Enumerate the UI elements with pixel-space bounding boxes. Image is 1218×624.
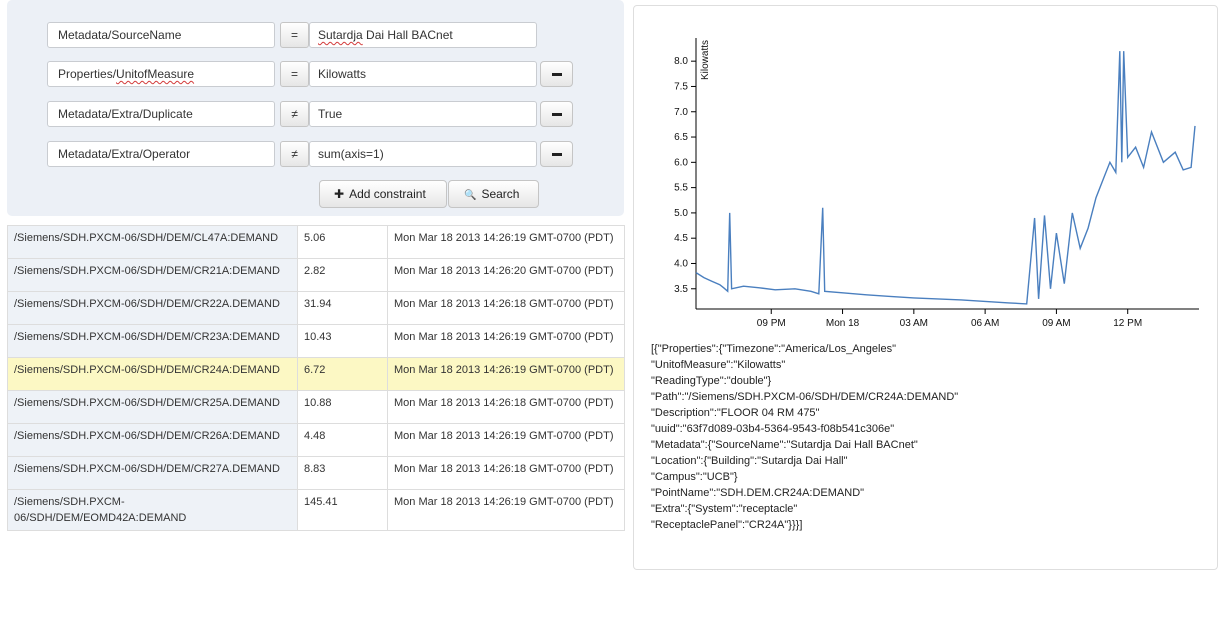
- timestamp-cell: Mon Mar 18 2013 14:26:19 GMT-0700 (PDT): [387, 324, 625, 358]
- json-line: "PointName":"SDH.DEM.CR24A:DEMAND": [651, 487, 865, 499]
- reading-value-cell: 8.83: [297, 456, 388, 490]
- reading-value-cell: 5.06: [297, 225, 388, 259]
- x-tick-label: 09 AM: [1042, 318, 1070, 329]
- stream-path-cell: /Siemens/SDH.PXCM-06/SDH/DEM/CR27A.DEMAN…: [7, 456, 298, 490]
- table-row[interactable]: /Siemens/SDH.PXCM-06/SDH/DEM/CR25A.DEMAN…: [7, 390, 625, 424]
- json-line: "Extra":{"System":"receptacle": [651, 503, 798, 515]
- constraint-value-text: Sutardja Dai Hall BACnet: [318, 28, 453, 42]
- constraint-value-input[interactable]: True: [309, 101, 537, 127]
- reading-value-cell: 6.72: [297, 357, 388, 391]
- stream-path-cell: /Siemens/SDH.PXCM-06/SDH/DEM/CR23A:DEMAN…: [7, 324, 298, 358]
- add-constraint-button[interactable]: ✚ Add constraint: [319, 180, 447, 208]
- timestamp-cell: Mon Mar 18 2013 14:26:19 GMT-0700 (PDT): [387, 357, 625, 391]
- remove-constraint-button[interactable]: [540, 101, 573, 127]
- table-row[interactable]: /Siemens/SDH.PXCM-06/SDH/DEM/CL47A:DEMAN…: [7, 225, 625, 259]
- json-line: "UnitofMeasure":"Kilowatts": [651, 359, 786, 371]
- y-tick-label: 5.5: [674, 183, 688, 194]
- reading-value-cell: 4.48: [297, 423, 388, 457]
- y-tick-label: 4.0: [674, 258, 688, 269]
- y-tick-label: 6.0: [674, 157, 688, 168]
- x-tick-label: 06 AM: [971, 318, 999, 329]
- minus-icon: [552, 73, 562, 76]
- add-constraint-label: Add constraint: [349, 187, 426, 201]
- table-row[interactable]: /Siemens/SDH.PXCM-06/SDH/DEM/CR22A.DEMAN…: [7, 291, 625, 325]
- query-builder-panel: Metadata/SourceName = Sutardja Dai Hall …: [7, 0, 624, 216]
- json-line: "Campus":"UCB"}: [651, 471, 738, 483]
- plus-icon: ✚: [334, 187, 345, 201]
- timestamp-cell: Mon Mar 18 2013 14:26:20 GMT-0700 (PDT): [387, 258, 625, 292]
- constraint-value-input[interactable]: Kilowatts: [309, 61, 537, 87]
- timestamp-cell: Mon Mar 18 2013 14:26:19 GMT-0700 (PDT): [387, 489, 625, 531]
- reading-value-cell: 10.88: [297, 390, 388, 424]
- constraint-field-input[interactable]: Metadata/Extra/Duplicate: [47, 101, 275, 127]
- json-line: [{"Properties":{"Timezone":"America/Los_…: [651, 343, 896, 355]
- reading-value-cell: 145.41: [297, 489, 388, 531]
- x-tick-label: Mon 18: [826, 318, 860, 329]
- constraint-field-input[interactable]: Properties/UnitofMeasure: [47, 61, 275, 87]
- y-tick-label: 5.0: [674, 208, 688, 219]
- search-label: Search: [481, 187, 520, 201]
- timestamp-cell: Mon Mar 18 2013 14:26:18 GMT-0700 (PDT): [387, 390, 625, 424]
- table-row[interactable]: /Siemens/SDH.PXCM-06/SDH/DEM/EOMD42A:DEM…: [7, 489, 625, 531]
- x-tick-label: 09 PM: [757, 318, 786, 329]
- constraint-field-input[interactable]: Metadata/Extra/Operator: [47, 141, 275, 167]
- results-table: /Siemens/SDH.PXCM-06/SDH/DEM/CL47A:DEMAN…: [7, 225, 625, 531]
- constraint-operator-button[interactable]: ≠: [280, 141, 309, 167]
- reading-value-cell: 2.82: [297, 258, 388, 292]
- remove-constraint-button[interactable]: [540, 61, 573, 87]
- stream-path-cell: /Siemens/SDH.PXCM-06/SDH/DEM/EOMD42A:DEM…: [7, 489, 298, 531]
- y-tick-label: 4.5: [674, 233, 688, 244]
- y-axis-label: Kilowatts: [700, 40, 711, 80]
- stream-path-cell: /Siemens/SDH.PXCM-06/SDH/DEM/CR22A.DEMAN…: [7, 291, 298, 325]
- constraint-operator-button[interactable]: =: [280, 22, 309, 48]
- y-tick-label: 3.5: [674, 284, 688, 295]
- constraint-field-input[interactable]: Metadata/SourceName: [47, 22, 275, 48]
- constraint-value-input[interactable]: sum(axis=1): [309, 141, 537, 167]
- y-tick-label: 8.0: [674, 56, 688, 67]
- json-line: "Path":"/Siemens/SDH.PXCM-06/SDH/DEM/CR2…: [651, 391, 959, 403]
- json-line: "Description":"FLOOR 04 RM 475": [651, 407, 820, 419]
- minus-icon: [552, 113, 562, 116]
- reading-value-cell: 10.43: [297, 324, 388, 358]
- x-tick-label: 03 AM: [900, 318, 928, 329]
- y-tick-label: 6.5: [674, 132, 688, 143]
- series-line: [695, 51, 1196, 305]
- reading-value-cell: 31.94: [297, 291, 388, 325]
- stream-path-cell: /Siemens/SDH.PXCM-06/SDH/DEM/CR26A:DEMAN…: [7, 423, 298, 457]
- table-row[interactable]: /Siemens/SDH.PXCM-06/SDH/DEM/CR24A:DEMAN…: [7, 357, 625, 391]
- json-line: "ReceptaclePanel":"CR24A"}}}]: [651, 519, 803, 531]
- y-tick-label: 7.0: [674, 107, 688, 118]
- table-row[interactable]: /Siemens/SDH.PXCM-06/SDH/DEM/CR27A.DEMAN…: [7, 456, 625, 490]
- stream-path-cell: /Siemens/SDH.PXCM-06/SDH/DEM/CR21A:DEMAN…: [7, 258, 298, 292]
- constraint-operator-button[interactable]: =: [280, 61, 309, 87]
- search-button[interactable]: 🔍 Search: [448, 180, 539, 208]
- y-tick-label: 7.5: [674, 81, 688, 92]
- stream-path-cell: /Siemens/SDH.PXCM-06/SDH/DEM/CL47A:DEMAN…: [7, 225, 298, 259]
- remove-constraint-button[interactable]: [540, 141, 573, 167]
- timestamp-cell: Mon Mar 18 2013 14:26:19 GMT-0700 (PDT): [387, 423, 625, 457]
- stream-metadata-json: [{"Properties":{"Timezone":"America/Los_…: [651, 341, 1211, 533]
- minus-icon: [552, 153, 562, 156]
- timestamp-cell: Mon Mar 18 2013 14:26:19 GMT-0700 (PDT): [387, 225, 625, 259]
- timestamp-cell: Mon Mar 18 2013 14:26:18 GMT-0700 (PDT): [387, 456, 625, 490]
- json-line: "Location":{"Building":"Sutardja Dai Hal…: [651, 455, 848, 467]
- constraint-field-text: Properties/UnitofMeasure: [58, 67, 195, 81]
- stream-path-cell: /Siemens/SDH.PXCM-06/SDH/DEM/CR25A.DEMAN…: [7, 390, 298, 424]
- json-line: "uuid":"63f7d089-03b4-5364-9543-f08b541c…: [651, 423, 895, 435]
- table-row[interactable]: /Siemens/SDH.PXCM-06/SDH/DEM/CR21A:DEMAN…: [7, 258, 625, 292]
- stream-detail-panel: 3.5 4.0 4.5 5.0 5.5 6.0 6.5 7.0 7.5 8.0 09 PM Mon 1…: [633, 5, 1218, 570]
- table-row[interactable]: /Siemens/SDH.PXCM-06/SDH/DEM/CR23A:DEMAN…: [7, 324, 625, 358]
- constraint-operator-button[interactable]: ≠: [280, 101, 309, 127]
- constraint-value-input[interactable]: Sutardja Dai Hall BACnet: [309, 22, 537, 48]
- search-icon: 🔍: [464, 190, 477, 201]
- stream-path-cell: /Siemens/SDH.PXCM-06/SDH/DEM/CR24A:DEMAN…: [7, 357, 298, 391]
- x-tick-label: 12 PM: [1113, 318, 1142, 329]
- table-row[interactable]: /Siemens/SDH.PXCM-06/SDH/DEM/CR26A:DEMAN…: [7, 423, 625, 457]
- json-line: "ReadingType":"double"}: [651, 375, 772, 387]
- timeseries-chart: 3.5 4.0 4.5 5.0 5.5 6.0 6.5 7.0 7.5 8.0 09 PM Mon 1…: [674, 38, 1199, 329]
- timestamp-cell: Mon Mar 18 2013 14:26:18 GMT-0700 (PDT): [387, 291, 625, 325]
- json-line: "Metadata":{"SourceName":"Sutardja Dai H…: [651, 439, 918, 451]
